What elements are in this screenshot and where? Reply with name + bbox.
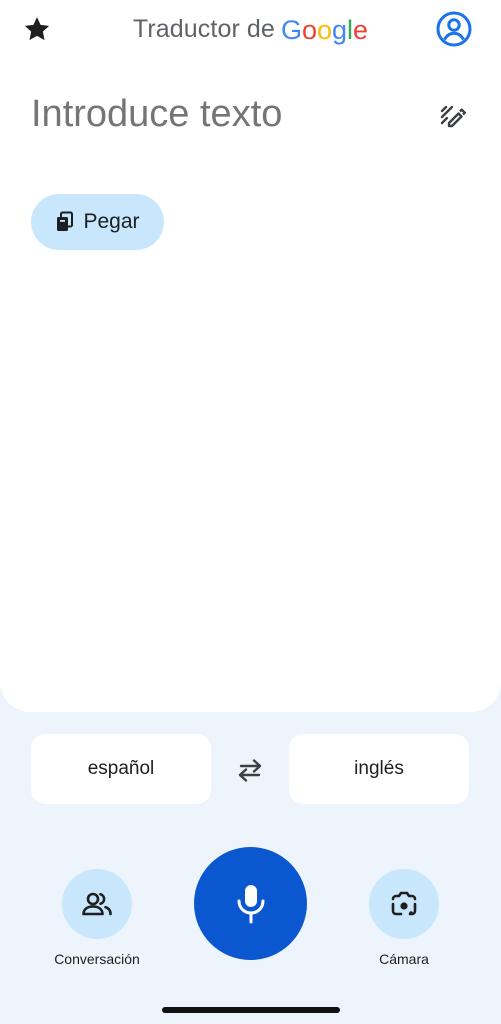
account-button[interactable] [434, 9, 474, 49]
handwriting-button[interactable] [432, 96, 472, 136]
google-logo-letter: e [353, 14, 369, 45]
google-logo-letter: G [280, 14, 302, 45]
lens-camera-icon [391, 891, 417, 916]
app-title-text: Traductor de [132, 14, 275, 43]
people-icon [82, 892, 112, 916]
source-language-label: español [87, 758, 155, 779]
conversation-label: Conversación [54, 951, 140, 967]
source-text-input[interactable] [31, 91, 411, 137]
google-logo: Google [281, 15, 368, 46]
camera-button[interactable] [369, 869, 439, 939]
swap-arrows-icon [238, 759, 262, 782]
target-language-selector[interactable]: inglés [289, 734, 469, 804]
app-title: Traductor de Google [0, 12, 501, 46]
home-indicator [162, 1007, 340, 1013]
camera-label: Cámara [379, 951, 429, 967]
paste-button[interactable]: Pegar [31, 194, 164, 250]
account-circle-icon [436, 11, 472, 47]
google-logo-letter: o [316, 14, 333, 45]
swap-languages-button[interactable] [230, 752, 270, 788]
translation-input-panel: Traductor de Google Pegar [0, 0, 501, 712]
handwriting-pen-icon [440, 105, 466, 128]
source-language-selector[interactable]: español [31, 734, 211, 804]
paste-label: Pegar [83, 210, 140, 233]
target-language-label: inglés [354, 758, 404, 779]
clipboard-icon [57, 211, 74, 231]
conversation-button[interactable] [62, 869, 132, 939]
google-logo-letter: o [301, 14, 317, 45]
voice-input-button[interactable] [194, 847, 307, 960]
microphone-icon [237, 884, 264, 923]
google-logo-letter: g [332, 14, 348, 45]
